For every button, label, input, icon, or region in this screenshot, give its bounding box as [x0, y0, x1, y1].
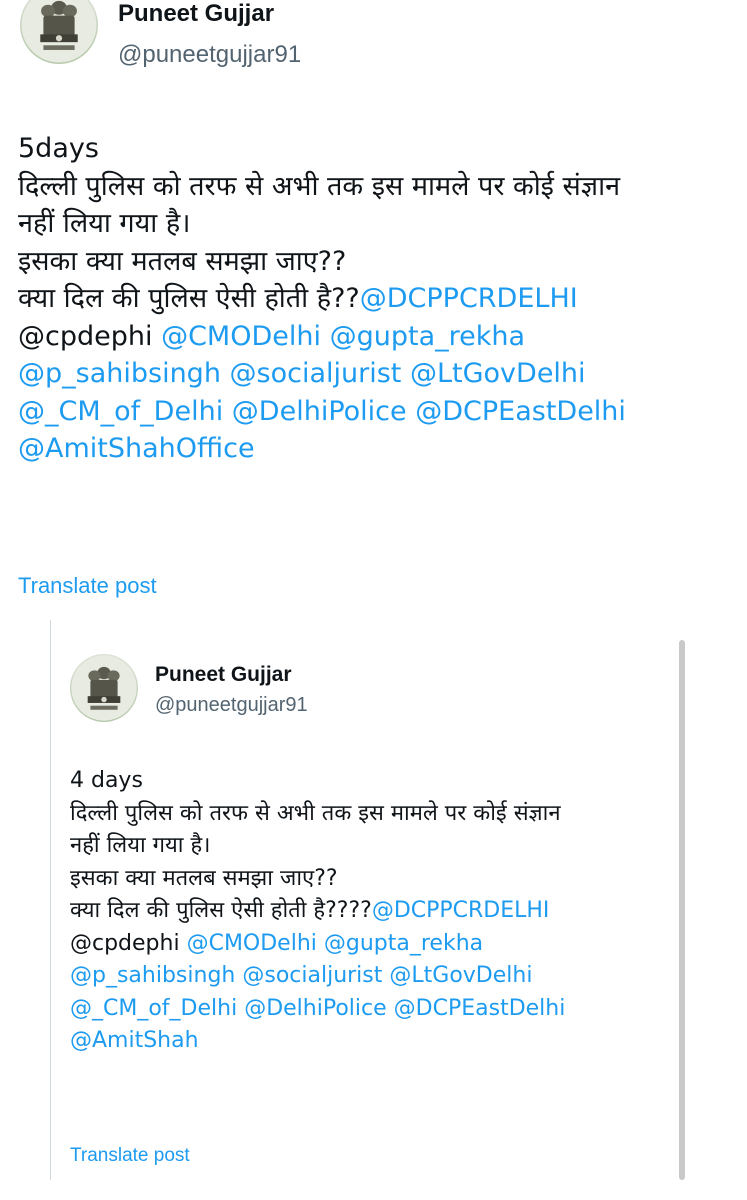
- mention-link[interactable]: @_CM_of_Delhi: [18, 396, 223, 427]
- mention-link[interactable]: @AmitShahOffice: [18, 433, 255, 464]
- mention-link[interactable]: @p_sahibsingh: [18, 358, 221, 389]
- quoted-translate-post-link[interactable]: Translate post: [70, 1145, 190, 1167]
- mention-link[interactable]: @LtGovDelhi: [389, 963, 532, 988]
- text-segment: इसका क्या मतलब समझा जाए??: [70, 865, 338, 891]
- text-segment: क्या दिल की पुलिस ऐसी होती है????: [70, 898, 372, 923]
- mention-link[interactable]: @socialjurist: [242, 963, 382, 988]
- tweet-line: 5days: [18, 130, 728, 168]
- text-segment: दिल्ली पुलिस को तरफ से अभी तक इस मामले प…: [70, 800, 561, 826]
- mention-link[interactable]: @DCPPCRDELHI: [372, 898, 550, 923]
- tweet-line: दिल्ली पुलिस को तरफ से अभी तक इस मामले प…: [18, 168, 728, 206]
- tweet-text: 5days दिल्ली पुलिस को तरफ से अभी तक इस मा…: [18, 130, 728, 468]
- text-segment: [387, 996, 394, 1021]
- scrollbar[interactable]: [679, 640, 685, 1180]
- tweet-line: @cpdephi @CMODelhi @gupta_rekha: [18, 318, 728, 356]
- mention-link[interactable]: @LtGovDelhi: [410, 358, 586, 389]
- text-segment: @cpdephi: [70, 930, 187, 956]
- national-emblem-icon: [71, 655, 137, 721]
- mention-link[interactable]: @DCPEastDelhi: [394, 996, 566, 1021]
- quoted-avatar[interactable]: [70, 654, 138, 722]
- text-segment: [317, 931, 324, 956]
- tweet-line: @AmitShah: [70, 1025, 670, 1058]
- avatar[interactable]: [20, 0, 98, 64]
- text-segment: नहीं लिया गया है।: [70, 833, 211, 858]
- text-segment: [407, 396, 416, 427]
- mention-link[interactable]: @CMODelhi: [161, 321, 321, 352]
- tweet-line: क्या दिल की पुलिस ऐसी होती है????@DCPPCR…: [70, 895, 670, 928]
- text-segment: क्या दिल की पुलिस ऐसी होती है??: [18, 283, 360, 314]
- text-segment: @cpdephi: [18, 320, 162, 352]
- tweet-line: @p_sahibsingh @socialjurist @LtGovDelhi: [70, 960, 670, 993]
- tweet-line: नहीं लिया गया है।: [18, 205, 728, 243]
- translate-post-link[interactable]: Translate post: [18, 573, 157, 599]
- author-handle[interactable]: @puneetgujjar91: [118, 40, 301, 70]
- text-segment: [401, 358, 410, 389]
- text-segment: दिल्ली पुलिस को तरफ से अभी तक इस मामले प…: [18, 170, 621, 202]
- mention-link[interactable]: @AmitShah: [70, 1028, 199, 1053]
- quoted-author-handle[interactable]: @puneetgujjar91: [155, 692, 308, 718]
- tweet-line: इसका क्या मतलब समझा जाए??: [70, 863, 670, 896]
- mention-link[interactable]: @socialjurist: [230, 358, 402, 389]
- mention-link[interactable]: @DCPEastDelhi: [415, 396, 626, 427]
- mention-link[interactable]: @gupta_rekha: [330, 321, 525, 352]
- text-segment: [221, 358, 230, 389]
- tweet-line: @_CM_of_Delhi @DelhiPolice @DCPEastDelhi: [70, 993, 670, 1026]
- text-segment: इसका क्या मतलब समझा जाए??: [18, 245, 347, 277]
- tweet-line: नहीं लिया गया है।: [70, 830, 670, 863]
- text-segment: [223, 396, 232, 427]
- quoted-tweet-text: 4 days दिल्ली पुलिस को तरफ से अभी तक इस म…: [70, 765, 670, 1058]
- mention-link[interactable]: @_CM_of_Delhi: [70, 996, 237, 1021]
- quoted-author-name[interactable]: Puneet Gujjar: [155, 663, 292, 687]
- text-segment: 5days: [18, 133, 99, 164]
- tweet-line: इसका क्या मतलब समझा जाए??: [18, 243, 728, 281]
- text-segment: [321, 321, 330, 352]
- tweet-line: दिल्ली पुलिस को तरफ से अभी तक इस मामले प…: [70, 798, 670, 831]
- text-segment: नहीं लिया गया है।: [18, 208, 191, 239]
- tweet-line: 4 days: [70, 765, 670, 798]
- author-name[interactable]: Puneet Gujjar: [118, 2, 274, 26]
- tweet-line: @AmitShahOffice: [18, 430, 728, 468]
- mention-link[interactable]: @p_sahibsingh: [70, 963, 235, 988]
- tweet-line: @cpdephi @CMODelhi @gupta_rekha: [70, 928, 670, 961]
- mention-link[interactable]: @DelhiPolice: [244, 996, 386, 1021]
- mention-link[interactable]: @DelhiPolice: [232, 396, 407, 427]
- mention-link[interactable]: @CMODelhi: [187, 931, 317, 956]
- national-emblem-icon: [21, 0, 97, 63]
- tweet-line: क्या दिल की पुलिस ऐसी होती है??@DCPPCRDE…: [18, 280, 728, 318]
- mention-link[interactable]: @gupta_rekha: [324, 931, 483, 956]
- tweet-line: @_CM_of_Delhi @DelhiPolice @DCPEastDelhi: [18, 393, 728, 431]
- mention-link[interactable]: @DCPPCRDELHI: [360, 283, 578, 314]
- tweet-line: @p_sahibsingh @socialjurist @LtGovDelhi: [18, 355, 728, 393]
- text-segment: 4 days: [70, 768, 143, 793]
